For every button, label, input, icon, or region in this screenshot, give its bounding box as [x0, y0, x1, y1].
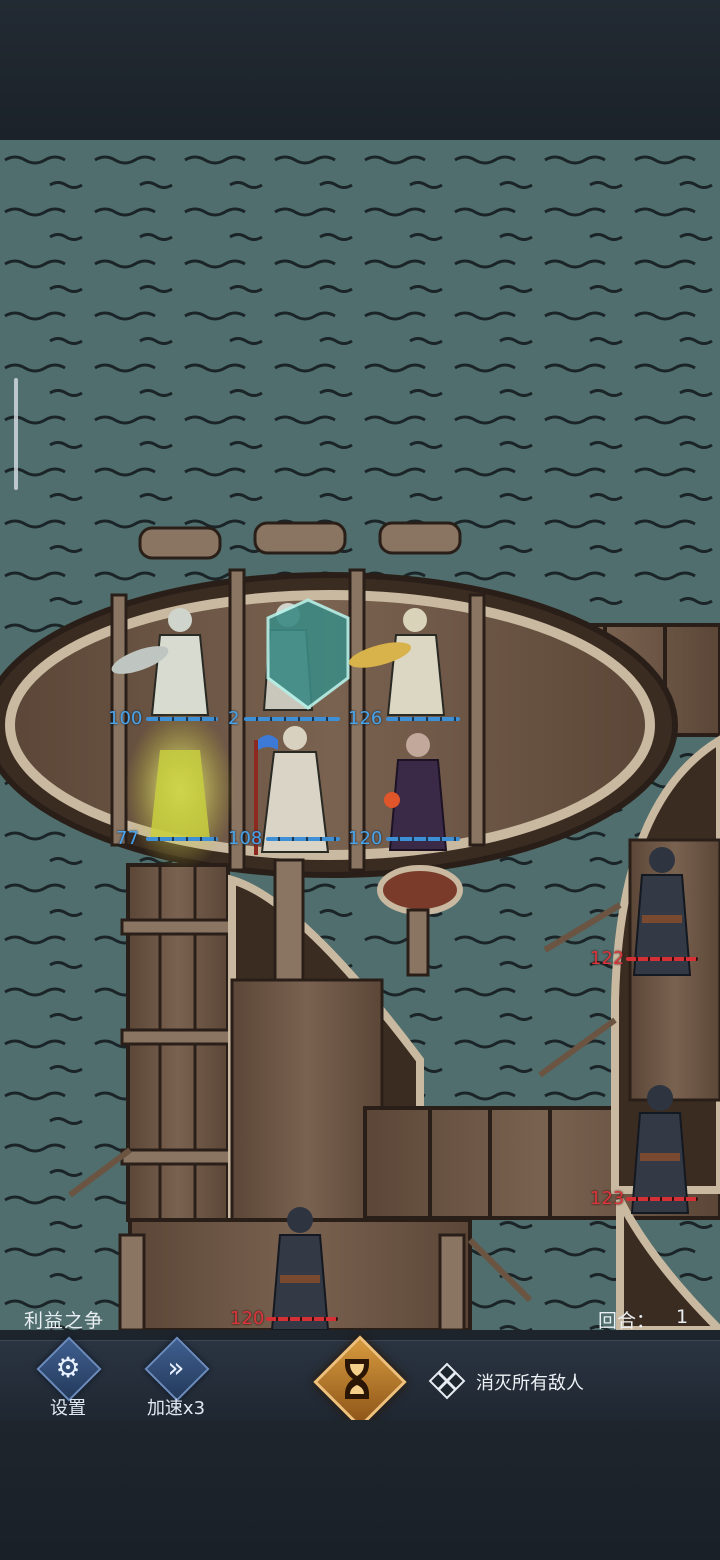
bottom-letterbox — [0, 1420, 720, 1560]
objective-text: 消灭所有敌人 — [476, 1373, 584, 1394]
battlefield — [0, 140, 720, 1330]
ally-hp-label: 120 — [348, 828, 383, 849]
speed-button[interactable]: » 加速x3 — [136, 1336, 216, 1419]
fast-forward-icon: » — [167, 1351, 185, 1384]
speed-label: 加速x3 — [146, 1398, 206, 1419]
ally-hp-bar — [146, 717, 218, 721]
gear-icon: ⚙ — [55, 1351, 81, 1384]
ally-hp-bar — [386, 837, 460, 841]
settings-label: 设置 — [50, 1398, 86, 1419]
enemy-hp-label: 120 — [230, 1308, 265, 1329]
ally-hp-bar — [266, 837, 340, 841]
round-counter: 1 — [676, 1306, 689, 1328]
enemy-hp-bar — [626, 1197, 698, 1201]
stage-title: 利益之争 — [24, 1310, 105, 1332]
ally-hp-label: 100 — [108, 708, 143, 729]
round-label: 回合： — [598, 1310, 656, 1332]
enemy-hp-label: 122 — [590, 948, 625, 969]
ally-hp-label: 2 — [228, 708, 240, 729]
ally-hp-bar — [386, 717, 460, 721]
enemy-hp-bar — [626, 957, 698, 961]
scroll-indicator[interactable] — [14, 378, 18, 490]
ally-hp-label: 77 — [116, 828, 139, 849]
crossed-swords-icon — [428, 1362, 466, 1400]
ally-hp-bar — [146, 837, 218, 841]
battle-scene — [0, 140, 720, 1330]
ally-hp-label: 126 — [348, 708, 383, 729]
top-letterbox — [0, 0, 720, 140]
enemy-hp-bar — [266, 1317, 338, 1321]
ally-hp-label: 108 — [228, 828, 263, 849]
enemy-hp-label: 123 — [590, 1188, 625, 1209]
hourglass-icon — [345, 1359, 369, 1399]
ally-hp-bar — [244, 717, 340, 721]
end-turn-button[interactable] — [313, 1335, 407, 1429]
ally-glowing-hero[interactable] — [125, 710, 235, 870]
settings-button[interactable]: ⚙ 设置 — [28, 1336, 108, 1419]
